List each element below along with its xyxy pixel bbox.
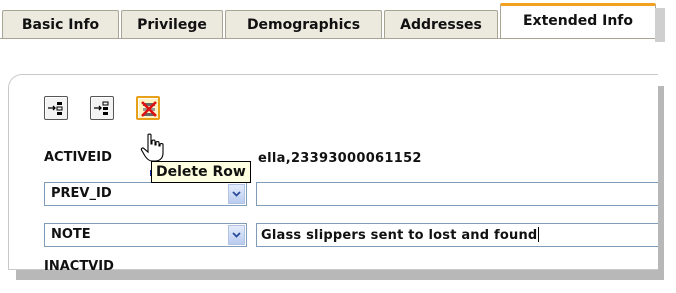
activeid-value: ella,23393000061152 [258, 151, 422, 166]
insert-row-below-button[interactable] [90, 96, 114, 120]
insert-row-above-icon [48, 102, 63, 115]
insert-row-above-button[interactable] [44, 96, 68, 120]
chevron-down-icon[interactable] [228, 184, 245, 204]
chevron-down-icon[interactable] [228, 225, 245, 245]
prev-id-select[interactable]: PREV_ID [44, 182, 247, 206]
prev-id-input[interactable] [256, 182, 658, 206]
tab-basic-info[interactable]: Basic Info [2, 10, 119, 38]
tab-extended-info[interactable]: Extended Info [500, 3, 656, 39]
note-input-text: Glass slippers sent to lost and found [261, 228, 538, 243]
hand-cursor-icon [140, 133, 164, 162]
delete-row-button[interactable] [136, 96, 160, 120]
note-select-value: NOTE [51, 227, 91, 242]
insert-row-below-icon [94, 101, 109, 115]
tab-privilege[interactable]: Privilege [121, 10, 223, 38]
note-input[interactable]: Glass slippers sent to lost and found [256, 223, 658, 247]
prev-id-select-value: PREV_ID [51, 186, 112, 201]
activeid-label: ACTIVEID [44, 150, 112, 165]
note-input-value: Glass slippers sent to lost and found [261, 227, 540, 243]
tab-addresses[interactable]: Addresses [384, 10, 498, 38]
delete-row-icon [141, 101, 157, 117]
note-select[interactable]: NOTE [44, 223, 247, 247]
tab-bar: Basic Info Privilege Demographics Addres… [0, 0, 676, 42]
text-caret [538, 227, 540, 242]
tab-demographics[interactable]: Demographics [225, 10, 382, 38]
tab-shadow [655, 8, 665, 42]
inactvid-label: INACTVID [44, 259, 114, 274]
tooltip: Delete Row [151, 161, 251, 183]
tab-divider [0, 38, 660, 39]
